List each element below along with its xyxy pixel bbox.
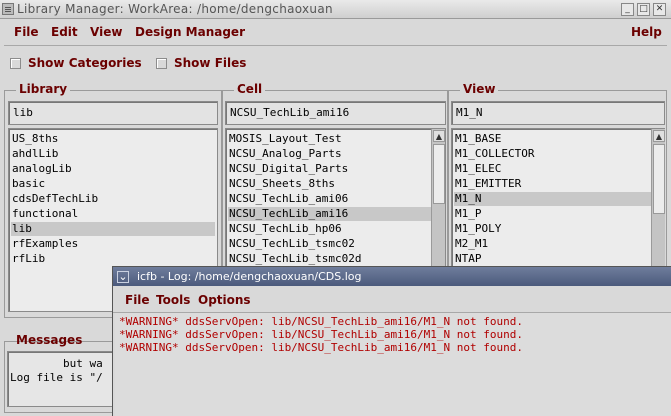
menu-bar: File Edit View Design Manager Help	[4, 20, 667, 46]
scroll-thumb[interactable]	[433, 144, 445, 204]
checkbox-box[interactable]	[156, 58, 167, 69]
cell-field[interactable]: NCSU_TechLib_ami16	[225, 101, 446, 125]
checkbox-box[interactable]	[10, 58, 21, 69]
view-list-item[interactable]: M1_N	[454, 192, 658, 206]
cell-list-item[interactable]: NCSU_TechLib_ami16	[228, 207, 432, 221]
library-list-item[interactable]: ahdlLib	[11, 147, 215, 161]
log-titlebar[interactable]: ⌄ icfb - Log: /home/dengchaoxuan/CDS.log	[113, 267, 671, 286]
maximize-icon[interactable]: □	[637, 3, 650, 16]
scroll-up-icon[interactable]: ▲	[653, 130, 665, 142]
cell-list-item[interactable]: NCSU_TechLib_tsmc02d	[228, 252, 432, 266]
library-list-item[interactable]: rfLib	[11, 252, 215, 266]
cell-pane-title: Cell	[234, 82, 266, 96]
scroll-thumb[interactable]	[653, 144, 665, 214]
menu-edit[interactable]: Edit	[51, 25, 78, 39]
view-pane-title: View	[460, 82, 499, 96]
menu-design-manager[interactable]: Design Manager	[135, 25, 245, 39]
log-menu-options[interactable]: Options	[198, 293, 251, 307]
library-pane-title: Library	[16, 82, 71, 96]
cell-list-item[interactable]: NCSU_Digital_Parts	[228, 162, 432, 176]
view-list-item[interactable]: M2_M1	[454, 237, 658, 251]
cell-scrollbar[interactable]: ▲	[431, 129, 445, 266]
cell-list-item[interactable]: NCSU_TechLib_tsmc02	[228, 237, 432, 251]
library-list-item[interactable]: rfExamples	[11, 237, 215, 251]
view-list-item[interactable]: M1_BASE	[454, 132, 658, 146]
show-categories-label: Show Categories	[28, 56, 142, 70]
log-line: *WARNING* ddsServOpen: lib/NCSU_TechLib_…	[119, 341, 523, 354]
log-text-area[interactable]: *WARNING* ddsServOpen: lib/NCSU_TechLib_…	[115, 313, 671, 416]
cell-list-item[interactable]: NCSU_Sheets_8ths	[228, 177, 432, 191]
view-list-item[interactable]: M1_EMITTER	[454, 177, 658, 191]
view-list-item[interactable]: M1_ELEC	[454, 162, 658, 176]
window-chevron-icon[interactable]: ⌄	[117, 271, 129, 283]
messages-title: Messages	[16, 333, 83, 347]
window-titlebar[interactable]: Library Manager: WorkArea: /home/dengcha…	[0, 0, 671, 19]
menu-help[interactable]: Help	[631, 25, 662, 39]
view-scrollbar[interactable]: ▲	[651, 129, 665, 266]
view-list-item[interactable]: M1_P	[454, 207, 658, 221]
library-field[interactable]: lib	[8, 101, 218, 125]
message-line: Log file is "/	[10, 371, 103, 384]
log-menu-file[interactable]: File	[125, 293, 150, 307]
cell-list-item[interactable]: MOSIS_Layout_Test	[228, 132, 432, 146]
show-files-label: Show Files	[174, 56, 247, 70]
library-list-item[interactable]: analogLib	[11, 162, 215, 176]
view-list-item[interactable]: M1_POLY	[454, 222, 658, 236]
menu-view[interactable]: View	[90, 25, 122, 39]
cell-list-item[interactable]: NCSU_Analog_Parts	[228, 147, 432, 161]
library-list-item[interactable]: US_8ths	[11, 132, 215, 146]
menu-file[interactable]: File	[14, 25, 39, 39]
library-list-item[interactable]: functional	[11, 207, 215, 221]
messages-box[interactable]: but wa Log file is "/	[7, 351, 115, 407]
log-window-title: icfb - Log: /home/dengchaoxuan/CDS.log	[137, 270, 362, 283]
library-list-item[interactable]: cdsDefTechLib	[11, 192, 215, 206]
view-list-item[interactable]: M1_COLLECTOR	[454, 147, 658, 161]
log-line: *WARNING* ddsServOpen: lib/NCSU_TechLib_…	[119, 315, 523, 328]
library-list-item[interactable]: lib	[11, 222, 215, 236]
log-line: *WARNING* ddsServOpen: lib/NCSU_TechLib_…	[119, 328, 523, 341]
library-list-item[interactable]: basic	[11, 177, 215, 191]
window-title: Library Manager: WorkArea: /home/dengcha…	[17, 2, 333, 16]
scroll-up-icon[interactable]: ▲	[433, 130, 445, 142]
cell-list-item[interactable]: NCSU_TechLib_hp06	[228, 222, 432, 236]
log-menu-bar: File Tools Options	[113, 287, 671, 313]
view-list-item[interactable]: NTAP	[454, 252, 658, 266]
view-field[interactable]: M1_N	[451, 101, 665, 125]
minimize-icon[interactable]: _	[621, 3, 634, 16]
log-menu-tools[interactable]: Tools	[156, 293, 190, 307]
cell-list-item[interactable]: NCSU_TechLib_ami06	[228, 192, 432, 206]
message-line: but wa	[10, 357, 103, 370]
close-icon[interactable]: ✕	[653, 3, 666, 16]
icfb-log-window: ⌄ icfb - Log: /home/dengchaoxuan/CDS.log…	[112, 266, 671, 416]
window-menu-icon[interactable]	[2, 3, 14, 15]
